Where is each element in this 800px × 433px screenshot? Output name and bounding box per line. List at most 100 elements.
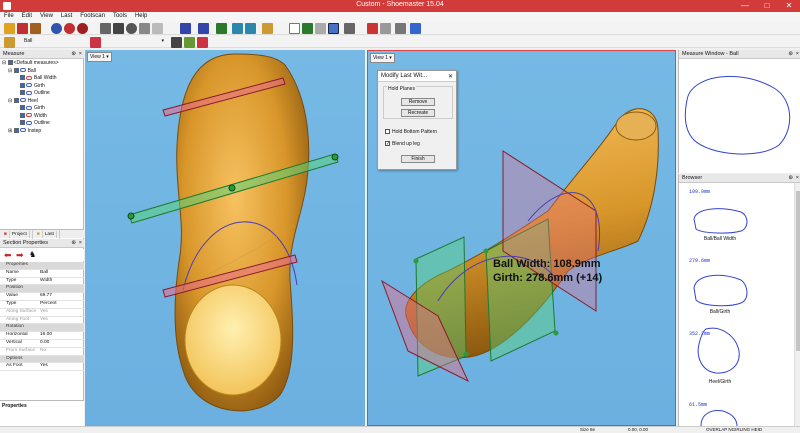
rotate-disabled-icon[interactable] [152, 23, 163, 34]
document-icon[interactable] [344, 23, 355, 34]
pointer-icon[interactable] [100, 23, 111, 34]
pen-icon[interactable] [367, 23, 378, 34]
undo-icon[interactable] [51, 23, 62, 34]
pin-icon[interactable]: ⊛ [788, 51, 793, 57]
close-icon[interactable]: × [796, 175, 799, 181]
redo-icon[interactable] [64, 23, 75, 34]
stop-icon[interactable] [77, 23, 88, 34]
minimize-button[interactable]: — [734, 0, 756, 12]
sheet-icon[interactable] [289, 23, 300, 34]
align-icon[interactable] [380, 23, 391, 34]
zoom-fit-icon[interactable] [216, 23, 227, 34]
tree-item[interactable]: Outline [0, 120, 84, 128]
section-icon[interactable] [328, 23, 339, 34]
property-row[interactable]: Horizontal 16.00 [0, 332, 84, 340]
tree-item[interactable]: ⊞ Instep [0, 128, 84, 136]
tree-item[interactable]: Ball Width [0, 75, 84, 83]
checkbox[interactable] [20, 90, 25, 96]
mirror-icon[interactable] [395, 23, 406, 34]
maximize-button[interactable]: □ [756, 0, 778, 12]
blend-up-leg-checkbox[interactable]: ✓ Blend up leg [385, 141, 420, 147]
menu-view[interactable]: View [36, 12, 57, 20]
remove-button[interactable]: Remove [401, 98, 435, 106]
property-value[interactable]: 16.00 [40, 332, 84, 339]
property-value[interactable]: Percent [40, 301, 84, 308]
property-row[interactable]: Name Ball [0, 270, 84, 278]
ball-girth-thumbnail[interactable] [691, 270, 751, 310]
marker-icon[interactable] [197, 37, 208, 48]
tree-item[interactable]: Girth [0, 83, 84, 91]
tree-item[interactable]: ⊟ Heel [0, 98, 84, 106]
menu-last[interactable]: Last [57, 12, 76, 20]
pan-icon[interactable] [113, 23, 124, 34]
ruler-icon[interactable] [171, 37, 182, 48]
instep-thumbnail[interactable] [691, 406, 751, 426]
finish-button[interactable]: Finish [401, 155, 435, 163]
expand-icon[interactable]: ⊞ [8, 128, 12, 134]
hold-bottom-pattern-checkbox[interactable]: Hold Bottom Pattern [385, 129, 437, 135]
property-value[interactable]: 0.00 [40, 340, 84, 347]
last-render-icon[interactable] [262, 23, 273, 34]
close-icon[interactable]: × [79, 240, 82, 246]
checkbox[interactable] [13, 97, 19, 103]
menu-file[interactable]: File [0, 12, 18, 20]
property-row[interactable]: Type Percent [0, 301, 84, 309]
pin-icon[interactable]: ⊛ [71, 51, 76, 57]
menu-edit[interactable]: Edit [18, 12, 36, 20]
checkbox[interactable] [13, 67, 19, 73]
tree-item[interactable]: ⊟ Ball [0, 68, 84, 76]
property-value[interactable]: Yes [40, 317, 84, 324]
checkbox[interactable] [20, 82, 25, 88]
tree-item[interactable]: Girth [0, 105, 84, 113]
property-value[interactable]: Yes [40, 363, 84, 370]
tape-icon[interactable] [315, 23, 326, 34]
property-value[interactable]: No [40, 348, 84, 355]
texture-icon[interactable] [245, 23, 256, 34]
checkbox[interactable] [13, 127, 19, 133]
open-icon[interactable] [4, 23, 15, 34]
viewport-perspective[interactable]: View 1 ▾ Ball Width: 108.9mm Girth: 278.… [367, 50, 676, 426]
property-value[interactable]: Yes [40, 309, 84, 316]
property-value[interactable]: Ball [40, 270, 84, 277]
tree-item[interactable]: Outline [0, 90, 84, 98]
shade-icon[interactable] [232, 23, 243, 34]
tab-last[interactable]: ■ Last [33, 230, 60, 239]
menu-help[interactable]: Help [131, 12, 151, 20]
browser-scrollbar[interactable] [794, 183, 800, 426]
scrollbar-thumb[interactable] [796, 191, 800, 351]
close-button[interactable]: ✕ [778, 0, 800, 12]
view-selector[interactable]: View 1 ▾ [87, 52, 112, 62]
close-icon[interactable]: × [79, 51, 82, 57]
view-2d-icon[interactable] [198, 23, 209, 34]
open-last-icon[interactable] [17, 23, 28, 34]
checkbox[interactable] [20, 75, 25, 81]
checkbox[interactable] [20, 112, 25, 118]
arrow-left-icon[interactable]: ⬅ [4, 250, 12, 261]
arrow-right-icon[interactable]: ➡ [16, 250, 24, 261]
view-split-icon[interactable] [180, 23, 191, 34]
tab-project[interactable]: ■ Project [0, 230, 33, 239]
checkbox-box[interactable]: ✓ [385, 141, 390, 147]
ball-width-thumbnail[interactable] [691, 204, 751, 234]
collapse-icon[interactable]: ⊟ [2, 60, 6, 66]
property-row[interactable]: Value 69.77 [0, 293, 84, 301]
heel-girth-thumbnail[interactable] [691, 326, 751, 376]
checkbox[interactable] [20, 120, 25, 126]
rotate-icon[interactable] [139, 23, 150, 34]
checkbox-box[interactable] [385, 129, 390, 135]
recreate-button[interactable]: Recreate [401, 109, 435, 117]
viewport-top[interactable]: View 1 ▾ [85, 50, 365, 426]
measure-tool-icon[interactable] [4, 37, 15, 48]
collapse-icon[interactable]: ⊟ [8, 68, 12, 74]
menu-footscan[interactable]: Footscan [76, 12, 109, 20]
property-row[interactable]: From Surface No [0, 348, 84, 356]
save-icon[interactable] [30, 23, 41, 34]
pin-icon[interactable]: ⊛ [788, 175, 793, 181]
checkbox[interactable] [7, 60, 13, 66]
menu-tools[interactable]: Tools [109, 12, 131, 20]
zoom-icon[interactable] [126, 23, 137, 34]
property-row[interactable]: Along Surface Yes [0, 309, 84, 317]
collapse-icon[interactable]: ⊟ [8, 98, 12, 104]
property-row[interactable]: As Foot Yes [0, 363, 84, 372]
tree-item[interactable]: ⊟ <Default measures> [0, 60, 84, 68]
